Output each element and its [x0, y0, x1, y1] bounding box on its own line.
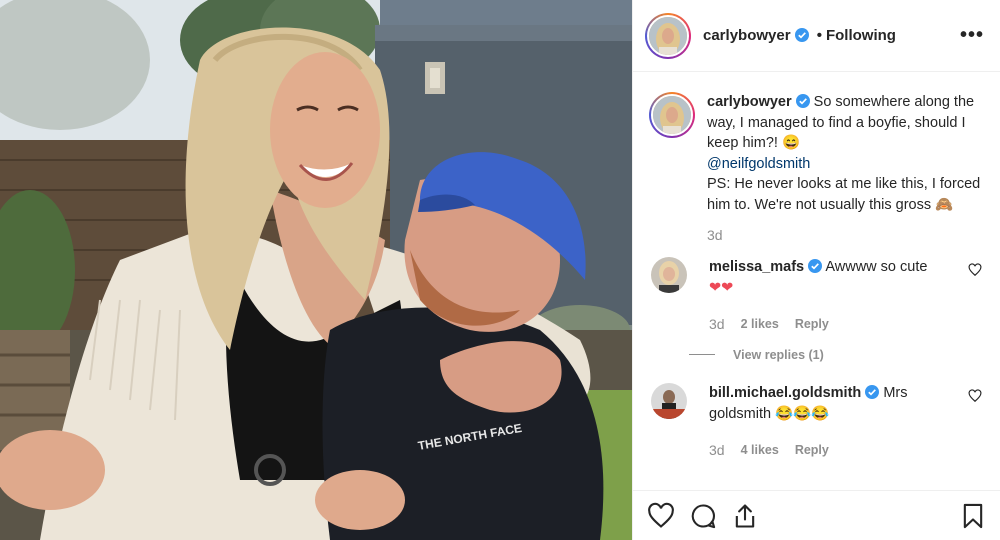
comment-item: bill.michael.goldsmith Mrs goldsmith 😂😂😂…	[649, 383, 984, 461]
comment-likes[interactable]: 2 likes	[741, 314, 779, 335]
author-username-text[interactable]: carlybowyer	[703, 27, 791, 44]
caption-avatar[interactable]	[649, 92, 695, 138]
verified-icon	[808, 259, 823, 273]
comment-timestamp[interactable]: 3d	[709, 314, 725, 335]
comment-likes[interactable]: 4 likes	[741, 440, 779, 461]
verified-icon	[794, 28, 809, 42]
comment-meta: 3d 4 likes Reply	[709, 440, 949, 461]
comment-username[interactable]: bill.michael.goldsmith	[709, 385, 861, 401]
bookmark-icon[interactable]	[959, 502, 987, 530]
comment-timestamp[interactable]: 3d	[709, 440, 725, 461]
view-replies-label[interactable]: View replies (1)	[733, 345, 824, 366]
heart-icon[interactable]	[647, 502, 675, 530]
caption-ps: PS: He never looks at me like this, I fo…	[707, 176, 981, 213]
post-sidebar: carlybowyer •Following ••• carlybowyer	[632, 0, 1000, 540]
view-replies-button[interactable]: View replies (1)	[689, 345, 949, 366]
following-button[interactable]: Following	[826, 27, 896, 44]
comment-item: melissa_mafs Awwww so cute ❤❤ 3d 2 likes…	[649, 257, 984, 365]
comment-avatar[interactable]	[651, 383, 687, 419]
more-options-icon[interactable]: •••	[960, 24, 984, 47]
heart-icon[interactable]	[968, 263, 982, 277]
post-header: carlybowyer • Following •••	[633, 0, 1000, 72]
comment-emoji: ❤❤	[709, 279, 734, 296]
author-avatar-image	[649, 16, 687, 55]
comment-text: Awwww so cute	[825, 259, 928, 275]
separator-dot: •	[816, 27, 822, 44]
caption-text: carlybowyer So somewhere along the way, …	[707, 92, 984, 215]
comment-icon[interactable]	[689, 502, 717, 530]
caption-timestamp[interactable]: 3d	[707, 227, 984, 243]
action-bar	[633, 490, 1000, 540]
caption-username[interactable]: carlybowyer	[707, 94, 792, 110]
comment-body: bill.michael.goldsmith Mrs goldsmith 😂😂😂…	[709, 383, 949, 461]
caption-avatar-image	[653, 96, 691, 134]
comments-list[interactable]: carlybowyer So somewhere along the way, …	[633, 72, 1000, 490]
comment-username[interactable]: melissa_mafs	[709, 259, 804, 275]
author-username[interactable]: carlybowyer • Following	[703, 27, 896, 44]
reply-button[interactable]: Reply	[795, 440, 829, 461]
comment-meta: 3d 2 likes Reply	[709, 314, 949, 335]
author-avatar[interactable]	[645, 12, 691, 59]
comment-body: melissa_mafs Awwww so cute ❤❤ 3d 2 likes…	[689, 257, 949, 365]
comment-avatar[interactable]	[651, 257, 687, 293]
post-photo[interactable]: THE NORTH FACE	[0, 0, 632, 540]
post-image: THE NORTH FACE	[0, 0, 632, 540]
comment-avatar-image	[651, 257, 687, 293]
reply-button[interactable]: Reply	[795, 314, 829, 335]
verified-icon	[865, 385, 880, 399]
mention-link[interactable]: @neilfgoldsmith	[707, 156, 810, 172]
view-replies-line	[689, 354, 715, 356]
heart-icon[interactable]	[968, 389, 982, 403]
caption: carlybowyer So somewhere along the way, …	[649, 92, 984, 215]
verified-icon	[795, 94, 810, 108]
share-icon[interactable]	[731, 502, 759, 530]
comment-avatar-image	[651, 383, 687, 419]
